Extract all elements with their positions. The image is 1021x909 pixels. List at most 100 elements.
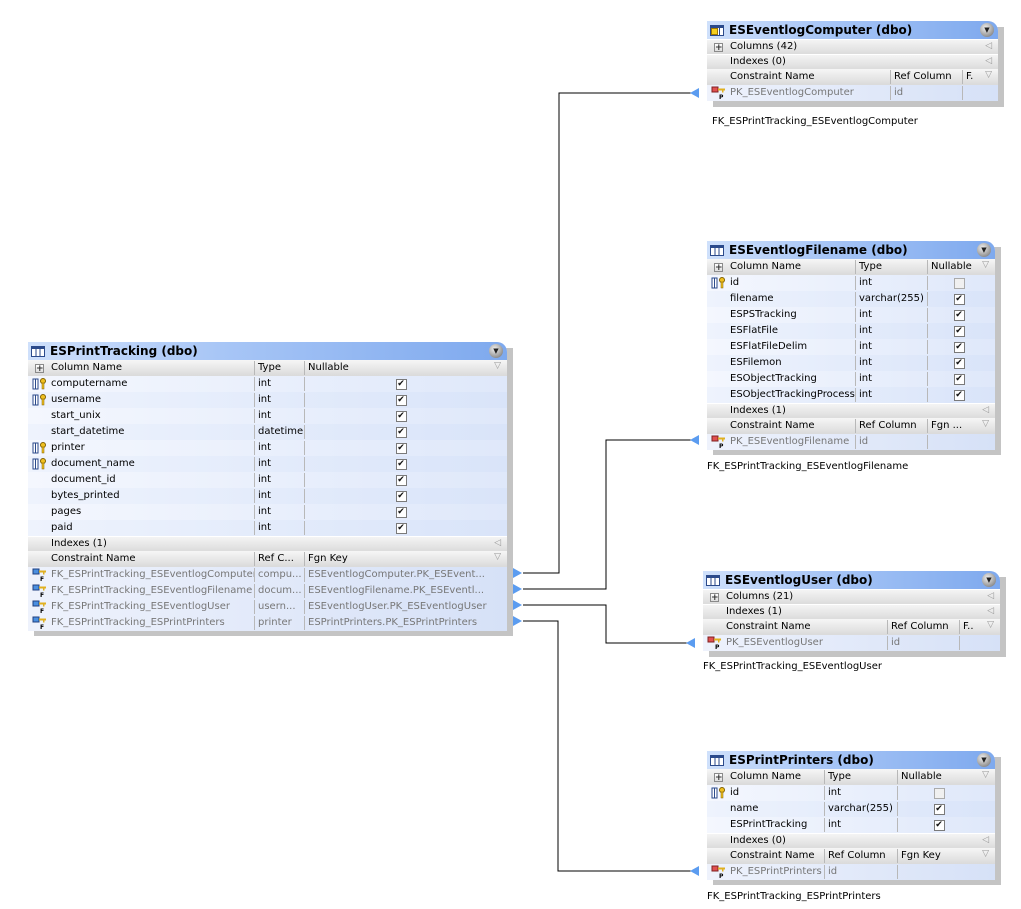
column-row[interactable]: ESPrintTracking int ✔	[707, 817, 995, 833]
column-row[interactable]: ESFilemon int ✔	[707, 355, 995, 371]
collapse-icon[interactable]: ◁	[982, 405, 989, 415]
fk-constraint-row[interactable]: F FK_ESPrintTracking_ESEventlogFilename do…	[28, 583, 507, 599]
indexes-section[interactable]: Indexes (0) ◁	[707, 54, 998, 69]
indexes-section[interactable]: Indexes (1) ◁	[707, 403, 995, 418]
nullable-checkbox[interactable]: ✔	[395, 426, 407, 438]
nullable-checkbox[interactable]: ✔	[953, 325, 965, 337]
table-menu-button[interactable]: ▼	[977, 243, 991, 257]
column-row[interactable]: username int ✔	[28, 392, 507, 408]
expand-icon[interactable]: +	[710, 592, 719, 602]
constraint-name-header[interactable]: Constraint Name	[726, 619, 887, 635]
nullable-checkbox[interactable]: ✔	[395, 490, 407, 502]
column-row[interactable]: bytes_printed int ✔	[28, 488, 507, 504]
filter-icon[interactable]: ▽	[987, 620, 994, 630]
table-esprintprinters[interactable]: ESPrintPrinters (dbo) ▼ + Column Name Ty…	[707, 751, 1001, 885]
column-row[interactable]: filename varchar(255) ✔	[707, 291, 995, 307]
ref-column-header[interactable]: Ref Column	[887, 620, 959, 634]
column-row[interactable]: id int	[707, 275, 995, 291]
collapse-icon[interactable]: ◁	[987, 606, 994, 616]
fgn-key-header[interactable]: Fgn Key	[897, 849, 977, 863]
indexes-section[interactable]: Indexes (1) ◁	[28, 536, 507, 551]
nullable-checkbox[interactable]: ✔	[953, 373, 965, 385]
connector-printers[interactable]	[523, 620, 693, 872]
column-row[interactable]: computername int ✔	[28, 376, 507, 392]
type-header[interactable]: Type	[855, 260, 927, 274]
pk-constraint-row[interactable]: P PK_ESEventlogFilename id	[707, 434, 995, 450]
fk-constraint-row[interactable]: F FK_ESPrintTracking_ESEventlogUser usern.…	[28, 599, 507, 615]
expand-icon[interactable]: +	[714, 772, 723, 782]
table-header[interactable]: ESEventlogComputer (dbo) ▼	[707, 21, 998, 39]
table-esprinttracking[interactable]: ESPrintTracking (dbo) ▼ + Column Name Ty…	[28, 342, 513, 636]
columns-section[interactable]: + Columns (21) ◁	[703, 589, 1000, 604]
type-header[interactable]: Type	[254, 361, 304, 375]
collapse-icon[interactable]: ◁	[987, 591, 994, 601]
fgn-key-header[interactable]: Fgn Key	[304, 552, 494, 566]
table-eseventlogfilename[interactable]: ESEventlogFilename (dbo) ▼ + Column Name…	[707, 241, 1001, 455]
filter-icon[interactable]: ▽	[985, 70, 992, 80]
constraint-name-header[interactable]: Constraint Name	[730, 848, 824, 864]
table-menu-button[interactable]: ▼	[982, 573, 996, 587]
table-menu-button[interactable]: ▼	[489, 344, 503, 358]
nullable-checkbox[interactable]	[953, 277, 965, 289]
nullable-checkbox[interactable]: ✔	[953, 357, 965, 369]
connector-user[interactable]	[523, 604, 688, 644]
nullable-checkbox[interactable]: ✔	[395, 522, 407, 534]
nullable-checkbox[interactable]: ✔	[395, 506, 407, 518]
column-row[interactable]: document_id int ✔	[28, 472, 507, 488]
fgn-key-header[interactable]: Fgn ...	[927, 419, 972, 433]
collapse-icon[interactable]: ◁	[985, 41, 992, 51]
fk-constraint-row[interactable]: F FK_ESPrintTracking_ESEventlogComputer co…	[28, 567, 507, 583]
nullable-checkbox[interactable]: ✔	[395, 442, 407, 454]
ref-column-header[interactable]: Ref Column	[890, 70, 962, 84]
table-menu-button[interactable]: ▼	[980, 23, 994, 37]
nullable-checkbox[interactable]: ✔	[395, 458, 407, 470]
nullable-checkbox[interactable]: ✔	[953, 389, 965, 401]
column-row[interactable]: printer int ✔	[28, 440, 507, 456]
expand-icon[interactable]: +	[35, 363, 44, 373]
nullable-checkbox[interactable]: ✔	[395, 394, 407, 406]
nullable-checkbox[interactable]: ✔	[933, 819, 945, 831]
pk-constraint-row[interactable]: P PK_ESPrintPrinters id	[707, 864, 995, 880]
nullable-checkbox[interactable]: ✔	[395, 378, 407, 390]
table-menu-button[interactable]: ▼	[977, 753, 991, 767]
ref-column-header[interactable]: Ref Column	[855, 419, 927, 433]
table-eseventlogcomputer[interactable]: ESEventlogComputer (dbo) ▼ + Columns (42…	[707, 21, 1004, 107]
connector-filename[interactable]	[523, 439, 693, 590]
column-row[interactable]: ESFlatFileDelim int ✔	[707, 339, 995, 355]
column-row[interactable]: name varchar(255) ✔	[707, 801, 995, 817]
expand-icon[interactable]: +	[714, 42, 723, 52]
column-row[interactable]: id int	[707, 785, 995, 801]
filter-icon[interactable]: ▽	[982, 770, 989, 780]
column-row[interactable]: document_name int ✔	[28, 456, 507, 472]
nullable-header[interactable]: Nullable	[897, 770, 977, 784]
column-row[interactable]: ESObjectTracking int ✔	[707, 371, 995, 387]
columns-section[interactable]: + Columns (42) ◁	[707, 39, 998, 54]
constraint-name-header[interactable]: Constraint Name	[730, 418, 855, 434]
column-row[interactable]: ESObjectTrackingProcess int ✔	[707, 387, 995, 403]
filter-icon[interactable]: ▽	[494, 361, 501, 371]
nullable-checkbox[interactable]: ✔	[953, 341, 965, 353]
collapse-icon[interactable]: ◁	[985, 56, 992, 66]
nullable-checkbox[interactable]: ✔	[953, 293, 965, 305]
filter-icon[interactable]: ▽	[982, 849, 989, 859]
table-header[interactable]: ESEventlogFilename (dbo) ▼	[707, 241, 995, 259]
column-row[interactable]: ESPSTracking int ✔	[707, 307, 995, 323]
filter-icon[interactable]: ▽	[494, 552, 501, 562]
column-row[interactable]: start_datetime datetime ✔	[28, 424, 507, 440]
column-row[interactable]: start_unix int ✔	[28, 408, 507, 424]
pk-constraint-row[interactable]: P PK_ESEventlogUser id	[703, 635, 1000, 651]
constraint-name-header[interactable]: Constraint Name	[730, 69, 890, 85]
filter-icon[interactable]: ▽	[982, 260, 989, 270]
collapse-icon[interactable]: ◁	[494, 538, 501, 548]
expand-icon[interactable]: +	[714, 262, 723, 272]
pk-constraint-row[interactable]: P PK_ESEventlogComputer id	[707, 85, 998, 101]
table-header[interactable]: ESPrintTracking (dbo) ▼	[28, 342, 507, 360]
ref-column-header[interactable]: Ref C...	[254, 552, 304, 566]
relationship-label[interactable]: FK_ESPrintTracking_ESPrintPrinters	[707, 891, 881, 902]
nullable-checkbox[interactable]: ✔	[395, 474, 407, 486]
connector-computer[interactable]	[523, 92, 693, 574]
column-row[interactable]: ESFlatFile int ✔	[707, 323, 995, 339]
nullable-checkbox[interactable]: ✔	[395, 410, 407, 422]
relationship-label[interactable]: FK_ESPrintTracking_ESEventlogComputer	[712, 116, 918, 127]
indexes-section[interactable]: Indexes (0) ◁	[707, 833, 995, 848]
